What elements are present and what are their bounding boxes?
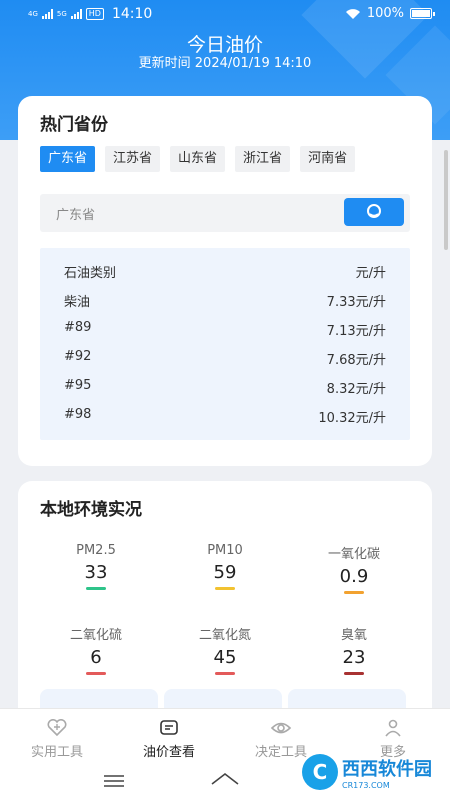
watermark-text: 西西软件园	[342, 758, 432, 780]
heart-plus-icon	[47, 719, 67, 737]
fuel-type: 柴油	[64, 295, 91, 310]
env-label: 臭氧	[340, 628, 367, 643]
hd-badge: HD	[85, 8, 104, 20]
env-item-pm25: PM2.5 33	[36, 543, 156, 590]
env-label: PM2.5	[76, 543, 116, 558]
env-indicator	[86, 587, 106, 590]
fuel-price: 7.13元/升	[326, 324, 386, 339]
env-item-no2: 二氧化氮 45	[165, 624, 285, 675]
table-row: #95 8.32元/升	[64, 378, 386, 398]
tab-oil-price[interactable]: 油价查看	[124, 719, 214, 760]
env-indicator	[344, 591, 364, 594]
table-row: #98 10.32元/升	[64, 407, 386, 427]
province-tabs: 广东省 江苏省 山东省 浙江省 河南省	[40, 146, 356, 172]
update-time: 更新时间 2024/01/19 14:10	[138, 56, 312, 71]
network-5g-indicator: 5G	[56, 9, 67, 18]
env-value: 6	[90, 647, 102, 668]
column-type: 石油类别	[64, 266, 117, 281]
search-input-value[interactable]: 广东省	[56, 204, 95, 223]
env-label: 二氧化硫	[69, 628, 122, 643]
fuel-type: #98	[64, 407, 92, 422]
battery-percent: 100%	[366, 6, 404, 21]
message-icon	[160, 720, 178, 735]
fuel-type: #92	[64, 349, 92, 364]
fuel-price: 7.68元/升	[326, 353, 386, 368]
search-button[interactable]	[344, 198, 404, 226]
tab-label: 决定工具	[254, 745, 307, 760]
battery-icon	[410, 8, 435, 19]
env-label: 二氧化氮	[198, 628, 251, 643]
environment-card: 本地环境实况 PM2.5 33 PM10 59 一氧化碳 0.9 二氧化硫 6 …	[18, 481, 432, 731]
env-value: 45	[213, 647, 237, 668]
table-row: #89 7.13元/升	[64, 320, 386, 340]
env-item-so2: 二氧化硫 6	[36, 624, 156, 675]
fuel-price: 7.33元/升	[326, 295, 386, 310]
env-label: 一氧化碳	[327, 547, 380, 562]
tab-label: 实用工具	[30, 745, 83, 760]
section-title-provinces: 热门省份	[40, 115, 108, 135]
table-row: #92 7.68元/升	[64, 349, 386, 369]
fuel-price: 10.32元/升	[318, 411, 386, 426]
wifi-icon	[345, 8, 360, 19]
province-tab[interactable]: 山东省	[170, 146, 226, 172]
env-indicator	[215, 587, 235, 590]
env-item-o3: 臭氧 23	[294, 624, 414, 675]
env-value: 0.9	[339, 566, 369, 587]
eye-icon	[270, 722, 292, 734]
env-label: PM10	[207, 543, 243, 558]
menu-icon[interactable]	[103, 774, 125, 788]
province-search-field[interactable]: 广东省	[40, 194, 410, 232]
env-value: 59	[213, 562, 237, 583]
watermark-sub: CR173.COM	[342, 780, 390, 790]
fuel-price: 8.32元/升	[326, 382, 386, 397]
env-value: 23	[342, 647, 366, 668]
env-indicator	[215, 672, 235, 675]
net-label: 5G	[56, 9, 67, 18]
search-icon	[367, 204, 381, 218]
province-tab[interactable]: 广东省	[40, 146, 96, 172]
watermark-text-group: 西西软件园 CR173.COM	[342, 755, 432, 790]
table-row: 柴油 7.33元/升	[64, 291, 386, 311]
column-unit: 元/升	[355, 266, 386, 281]
signal-icon	[41, 9, 53, 19]
price-table: 石油类别 元/升 柴油 7.33元/升 #89 7.13元/升 #92 7.68…	[40, 248, 410, 440]
province-tab[interactable]: 江苏省	[105, 146, 161, 172]
env-value: 33	[84, 562, 108, 583]
tab-label: 油价查看	[142, 745, 195, 760]
province-tab[interactable]: 浙江省	[235, 146, 291, 172]
person-icon	[385, 719, 401, 737]
network-4g-indicator: 4G	[28, 9, 38, 18]
env-item-co: 一氧化碳 0.9	[294, 543, 414, 594]
fuel-type: #95	[64, 378, 92, 393]
env-indicator	[86, 672, 106, 675]
tab-practical-tools[interactable]: 实用工具	[12, 719, 102, 760]
fuel-type: #89	[64, 320, 92, 335]
signal-icon	[70, 9, 82, 19]
province-tab[interactable]: 河南省	[300, 146, 356, 172]
net-label: 4G	[28, 9, 38, 18]
price-table-header: 石油类别 元/升	[64, 262, 386, 282]
env-item-pm10: PM10 59	[165, 543, 285, 590]
home-icon[interactable]	[210, 770, 240, 788]
env-indicator	[344, 672, 364, 675]
watermark-logo: C	[302, 754, 338, 790]
status-bar: 4G 5G HD 14:10 100%	[0, 0, 450, 28]
status-right: 100%	[345, 6, 435, 21]
scrollbar[interactable]	[444, 150, 448, 250]
oil-price-card: 热门省份 广东省 江苏省 山东省 浙江省 河南省 广东省 石油类别 元/升 柴油…	[18, 96, 432, 466]
status-time: 14:10	[111, 6, 153, 22]
status-left: 4G 5G HD 14:10	[28, 6, 152, 22]
watermark: C 西西软件园 CR173.COM	[302, 754, 432, 790]
